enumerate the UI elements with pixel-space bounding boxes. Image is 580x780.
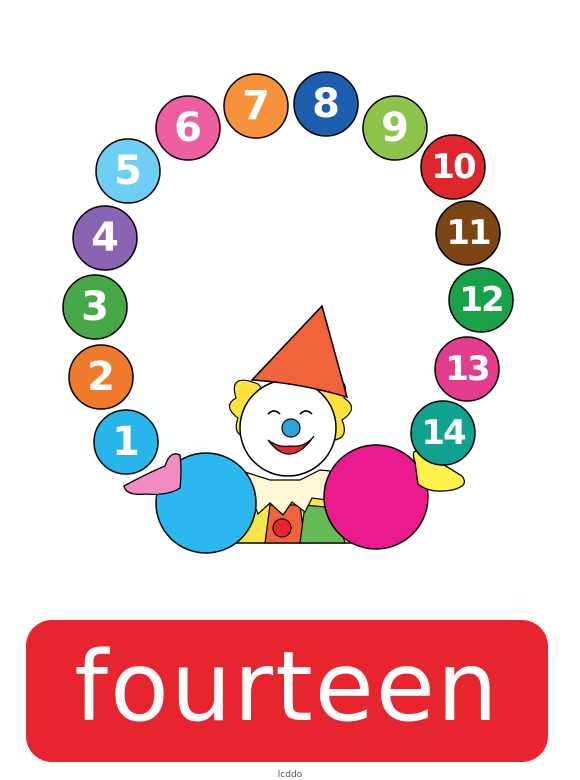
ball-number: 3 <box>81 284 109 330</box>
ball-number: 13 <box>445 349 488 389</box>
ball-number: 5 <box>114 148 142 194</box>
number-ball-3: 3 <box>62 274 128 340</box>
ball-number: 2 <box>87 354 115 400</box>
number-ball-11: 11 <box>435 200 501 266</box>
number-ball-2: 2 <box>68 344 134 410</box>
ball-number: 9 <box>381 105 409 151</box>
footer-text: lcddo <box>277 770 303 780</box>
number-card-illustration: 1 2 3 4 5 6 7 8 9 10 11 12 13 14 <box>62 71 514 554</box>
number-ball-4: 4 <box>72 205 138 271</box>
number-ball-7: 7 <box>223 73 289 139</box>
number-ball-9: 9 <box>362 95 428 161</box>
word-banner: fourteen <box>26 620 548 762</box>
ball-number: 8 <box>312 81 340 127</box>
number-ball-14: 14 <box>410 400 476 466</box>
clown-right-ball <box>323 444 429 550</box>
number-ball-1: 1 <box>93 409 159 475</box>
ball-number: 11 <box>446 213 490 253</box>
number-ball-12: 12 <box>448 267 514 333</box>
ball-number: 14 <box>421 413 466 453</box>
number-ball-10: 10 <box>420 134 486 200</box>
ball-number: 1 <box>112 419 140 465</box>
ball-number: 10 <box>431 147 476 187</box>
number-ball-8: 8 <box>293 71 359 137</box>
ball-number: 4 <box>91 215 119 261</box>
number-ball-6: 6 <box>155 95 221 161</box>
number-ball-13: 13 <box>434 336 500 402</box>
clown-button <box>272 518 292 538</box>
number-word: fourteen <box>74 631 500 743</box>
ball-number: 12 <box>459 280 502 320</box>
clown-nose <box>281 418 301 438</box>
ball-number: 7 <box>242 83 270 129</box>
ball-number: 6 <box>174 105 202 151</box>
number-ball-5: 5 <box>95 138 161 204</box>
clown-hat <box>250 304 349 399</box>
